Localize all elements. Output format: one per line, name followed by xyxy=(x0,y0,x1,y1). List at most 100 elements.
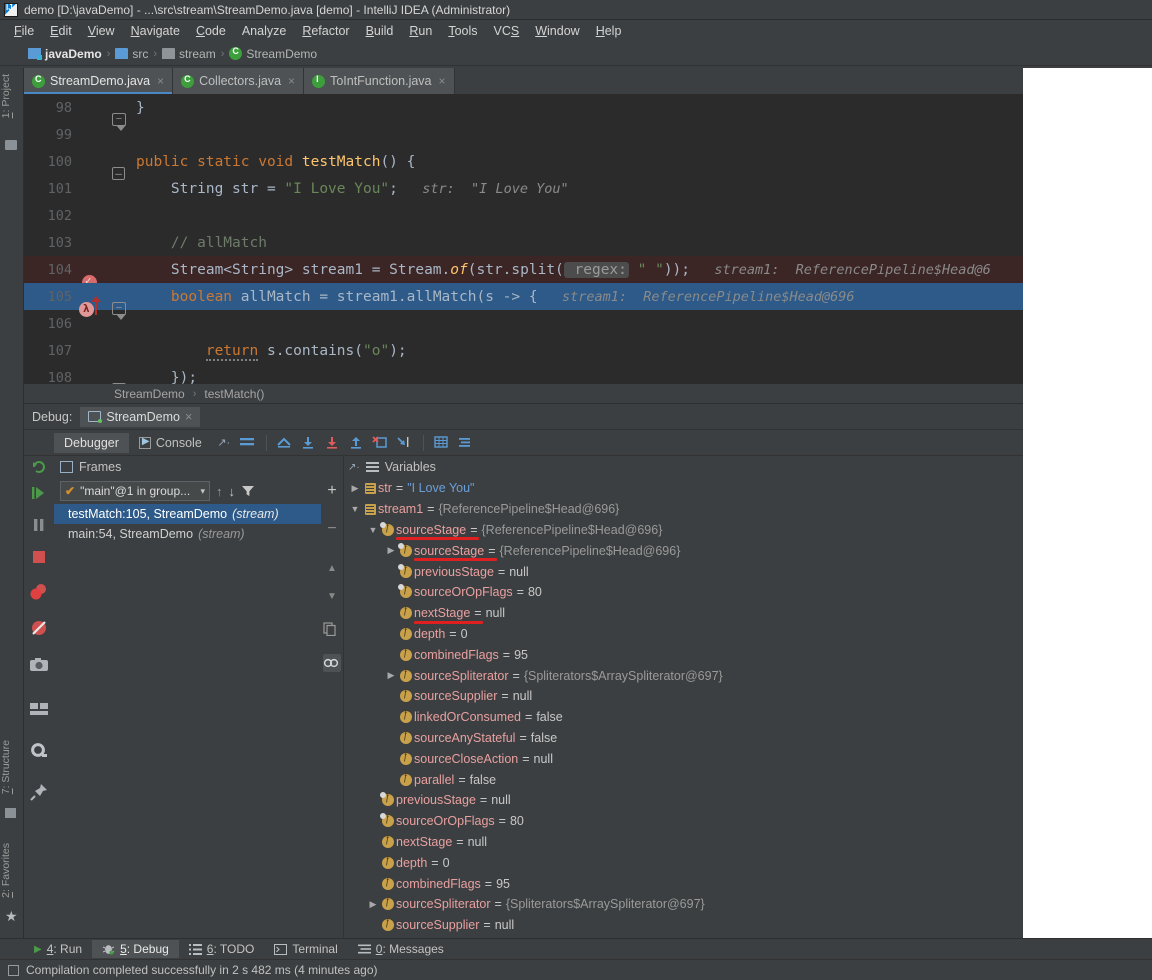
filter-icon[interactable] xyxy=(241,484,255,498)
chevron-down-icon[interactable]: ▾ xyxy=(200,486,205,497)
breadcrumb-method[interactable]: testMatch() xyxy=(204,387,264,401)
variable-row[interactable]: ▼ stream1 = {ReferencePipeline$Head@696} xyxy=(344,499,1023,520)
variable-row[interactable]: ▶ str = "I Love You" xyxy=(344,478,1023,499)
bottom-tab-debug[interactable]: 5: Debug xyxy=(92,940,179,958)
variable-row[interactable]: ▶ sourceOrOpFlags=80 xyxy=(344,582,1023,603)
move-down-icon[interactable]: ▼ xyxy=(323,588,341,606)
pause-program-icon[interactable] xyxy=(24,516,54,544)
variable-row[interactable]: ▶ sourceSupplier=null xyxy=(344,915,1023,936)
variable-row[interactable]: ▶ previousStage=null xyxy=(344,790,1023,811)
menu-file[interactable]: File xyxy=(6,22,42,40)
variable-row[interactable]: ▶ linkedOrConsumed =false xyxy=(344,707,1023,728)
variable-row[interactable]: ▶ nextStage=null xyxy=(344,603,1023,624)
variable-row[interactable]: ▶ sourceStage={ReferencePipeline$Head@696… xyxy=(344,540,1023,562)
editor-tab-tointfunction[interactable]: ToIntFunction.java × xyxy=(304,68,455,94)
step-over-icon[interactable] xyxy=(299,434,319,452)
debug-session-tab-streamdemo[interactable]: StreamDemo × xyxy=(80,406,201,427)
run-to-cursor-icon[interactable] xyxy=(395,434,415,452)
bottom-tab-todo[interactable]: 6: TODO xyxy=(179,940,265,958)
tool-window-button-favorites[interactable]: 2: Favorites xyxy=(0,839,24,902)
move-up-icon[interactable]: ▲ xyxy=(323,560,341,578)
expand-triangle-down-icon[interactable]: ▼ xyxy=(348,504,362,514)
variables-tree[interactable]: ▶ str = "I Love You" ▼ stream1 = {ReferencePipe… xyxy=(344,478,1023,938)
close-icon[interactable]: × xyxy=(185,410,192,424)
bottom-tab-terminal[interactable]: Terminal xyxy=(264,940,347,958)
variable-row[interactable]: ▶ sourceSpliterator={Spliterators$ArraySp… xyxy=(344,894,1023,915)
variable-row[interactable]: ▶ nextStage=null xyxy=(344,832,1023,853)
breadcrumb-item-class[interactable]: StreamDemo xyxy=(229,46,317,61)
variable-row[interactable]: ▶ sourceOrOpFlags=80 xyxy=(344,811,1023,832)
step-out-icon[interactable] xyxy=(347,434,367,452)
variable-row[interactable]: ▶ sourceCloseAction=null xyxy=(344,748,1023,769)
bottom-tab-messages[interactable]: 0: Messages xyxy=(348,940,454,958)
code-editor[interactable]: 98 – } 99 100 – public static void testM… xyxy=(24,94,1023,384)
editor-tab-streamdemo[interactable]: StreamDemo.java × xyxy=(24,68,174,94)
variable-row[interactable]: ▶ parallel=false xyxy=(344,769,1023,790)
tab-console[interactable]: ▶ Console xyxy=(129,433,212,453)
breadcrumb-item-stream[interactable]: stream xyxy=(162,47,216,61)
breadcrumb-class[interactable]: StreamDemo xyxy=(114,387,185,401)
variable-row[interactable]: ▶ sourceSpliterator={Spliterators$ArraySp… xyxy=(344,665,1023,686)
up-arrow-icon[interactable]: ↑ xyxy=(216,484,223,499)
expand-triangle-right-icon[interactable]: ▶ xyxy=(384,670,398,681)
settings-icon[interactable] xyxy=(24,741,54,775)
variable-row[interactable]: ▼ sourceStage={ReferencePipeline$Head@696… xyxy=(344,520,1023,541)
expand-triangle-down-icon[interactable]: ▼ xyxy=(366,525,380,535)
rerun-icon[interactable] xyxy=(24,458,54,480)
copy-icon[interactable] xyxy=(323,622,341,640)
resume-program-icon[interactable] xyxy=(24,484,54,512)
menu-help[interactable]: Help xyxy=(588,22,630,40)
menu-view[interactable]: View xyxy=(80,22,123,40)
close-icon[interactable]: × xyxy=(157,74,164,88)
mute-breakpoints-icon[interactable] xyxy=(456,434,476,452)
evaluate-expression-icon[interactable] xyxy=(432,434,452,452)
down-arrow-icon[interactable]: ↓ xyxy=(229,484,236,499)
view-breakpoints-icon[interactable] xyxy=(24,582,54,614)
thread-selector[interactable]: ✔ "main"@1 in group... ▾ xyxy=(60,481,210,501)
variable-row[interactable]: ▶ depth=0 xyxy=(344,852,1023,873)
menu-edit[interactable]: Edit xyxy=(42,22,80,40)
watches-icon[interactable] xyxy=(323,654,341,672)
step-into-icon[interactable] xyxy=(323,434,343,452)
frame-item-main[interactable]: main:54, StreamDemo (stream) xyxy=(54,524,321,544)
breadcrumb-item-src[interactable]: src xyxy=(115,47,148,61)
show-execution-point-icon[interactable] xyxy=(275,434,295,452)
variable-row[interactable]: ▶ depth=0 xyxy=(344,624,1023,645)
stop-icon[interactable] xyxy=(24,548,54,576)
close-icon[interactable]: × xyxy=(439,74,446,88)
variable-row[interactable]: ▶ sourceSupplier=null xyxy=(344,686,1023,707)
menu-tools[interactable]: Tools xyxy=(440,22,485,40)
tool-window-button-project[interactable]: 1: Project xyxy=(0,70,24,122)
frame-item-testmatch[interactable]: testMatch:105, StreamDemo (stream) xyxy=(54,504,321,524)
editor-tab-collectors[interactable]: Collectors.java × xyxy=(173,68,305,94)
remove-icon[interactable]: − xyxy=(323,520,341,538)
frames-list[interactable]: testMatch:105, StreamDemo (stream) main:… xyxy=(54,504,321,938)
variable-row[interactable]: ▶ combinedFlags=95 xyxy=(344,644,1023,665)
menu-vcs[interactable]: VCS xyxy=(486,22,528,40)
expand-triangle-right-icon[interactable]: ▶ xyxy=(366,899,380,910)
camera-icon[interactable] xyxy=(24,656,54,692)
variable-row[interactable]: ▶ sourceAnyStateful=false xyxy=(344,728,1023,749)
expand-triangle-right-icon[interactable]: ▶ xyxy=(348,483,362,494)
pin-icon[interactable] xyxy=(24,782,54,816)
close-icon[interactable]: × xyxy=(288,74,295,88)
menu-run[interactable]: Run xyxy=(401,22,440,40)
settings-arrow-icon[interactable]: ↗· xyxy=(214,434,234,452)
tab-debugger[interactable]: Debugger xyxy=(54,432,129,453)
settings-arrow-icon[interactable]: ↗· xyxy=(348,462,360,473)
drop-frame-icon[interactable] xyxy=(371,434,391,452)
menu-refactor[interactable]: Refactor xyxy=(294,22,357,40)
layout-icon[interactable] xyxy=(24,701,54,735)
menu-build[interactable]: Build xyxy=(358,22,402,40)
mute-breakpoints-icon[interactable] xyxy=(24,618,54,648)
tool-window-button-structure[interactable]: 7: Structure xyxy=(0,736,24,798)
expand-triangle-right-icon[interactable]: ▶ xyxy=(384,545,398,556)
add-icon[interactable]: + xyxy=(323,482,341,500)
menu-navigate[interactable]: Navigate xyxy=(123,22,188,40)
menu-window[interactable]: Window xyxy=(527,22,587,40)
variable-row[interactable]: ▶ combinedFlags=95 xyxy=(344,873,1023,894)
variable-row[interactable]: ▶ previousStage=null xyxy=(344,561,1023,582)
menu-code[interactable]: Code xyxy=(188,22,234,40)
menu-analyze[interactable]: Analyze xyxy=(234,22,294,40)
layout-settings-icon[interactable] xyxy=(238,434,258,452)
